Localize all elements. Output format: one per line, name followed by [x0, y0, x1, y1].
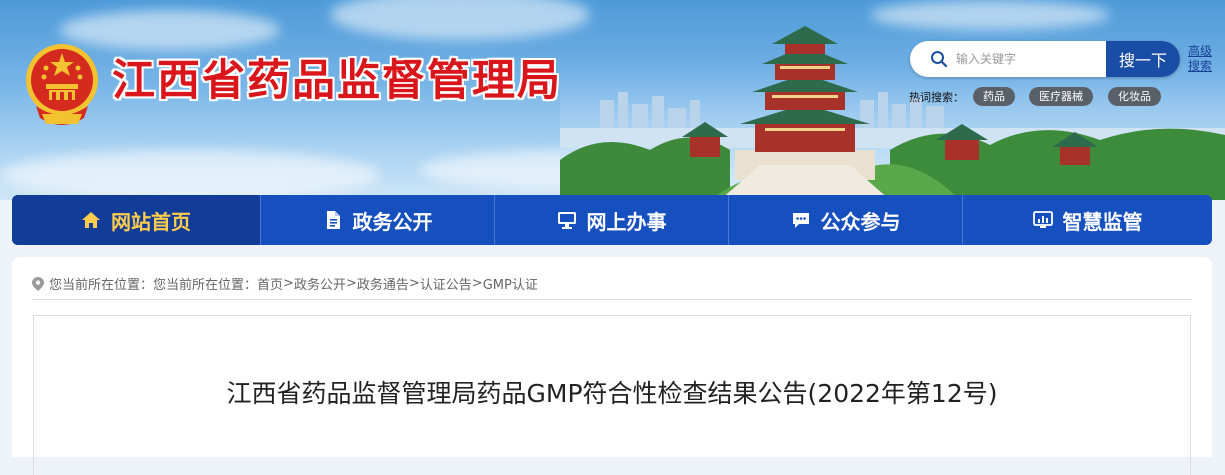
- nav-label: 网上办事: [586, 209, 667, 234]
- hot-tag-drugs[interactable]: 药品: [973, 87, 1015, 106]
- hot-search-label: 热词搜索：: [909, 91, 964, 104]
- chat-icon: [792, 213, 809, 228]
- nav-item-public-participation[interactable]: 公众参与: [729, 195, 963, 245]
- search-button[interactable]: 搜一下: [1106, 41, 1180, 77]
- dashboard-icon: [1032, 211, 1053, 228]
- breadcrumb-government-affairs[interactable]: 政务公开: [294, 274, 346, 293]
- main-nav: 网站首页 政务公开 网上办事 公众参与 智慧监管: [12, 195, 1212, 245]
- breadcrumb-government-notices[interactable]: 政务通告: [357, 274, 409, 293]
- nav-label: 公众参与: [820, 209, 901, 234]
- nav-label: 智慧监管: [1062, 209, 1143, 234]
- cloud: [0, 150, 380, 200]
- national-emblem-logo: [26, 44, 98, 125]
- advanced-search-link[interactable]: 高级搜索: [1188, 44, 1214, 74]
- article-container: 江西省药品监督管理局药品GMP符合性检查结果公告(2022年第12号): [33, 315, 1191, 475]
- nav-item-home[interactable]: 网站首页: [12, 195, 261, 245]
- search-input[interactable]: [956, 49, 1106, 69]
- article-title: 江西省药品监督管理局药品GMP符合性检查结果公告(2022年第12号): [226, 379, 998, 408]
- content-panel: 您当前所在位置：您当前所在位置： 首页 > 政务公开 > 政务通告 > 认证公告…: [12, 257, 1212, 475]
- cloud: [330, 0, 590, 40]
- hot-tag-cosmetics[interactable]: 化妆品: [1108, 87, 1161, 106]
- breadcrumb-separator: >: [408, 276, 420, 291]
- nav-label: 网站首页: [111, 209, 191, 234]
- breadcrumb-separator: >: [283, 276, 294, 291]
- search-icon: [931, 51, 948, 68]
- home-icon: [82, 212, 100, 228]
- header-banner: 江西省药品监督管理局 搜一下 高级搜索 热词搜索： 药品 医疗器械 化妆品: [0, 0, 1225, 200]
- breadcrumb-certification-notices[interactable]: 认证公告: [420, 274, 472, 293]
- document-icon: [326, 211, 340, 229]
- breadcrumb-home[interactable]: 首页: [257, 274, 283, 293]
- breadcrumb-prefix: 您当前所在位置：您当前所在位置：: [49, 278, 258, 293]
- hot-tag-medical-devices[interactable]: 医疗器械: [1029, 87, 1093, 106]
- monitor-icon: [557, 212, 576, 229]
- breadcrumb-gmp-certification[interactable]: GMP认证: [483, 274, 538, 293]
- breadcrumb-divider: [32, 299, 1192, 300]
- nav-item-online-services[interactable]: 网上办事: [495, 195, 729, 245]
- site-title: 江西省药品监督管理局: [112, 56, 562, 106]
- breadcrumb: 您当前所在位置：您当前所在位置： 首页 > 政务公开 > 政务通告 > 认证公告…: [32, 274, 538, 293]
- location-pin-icon: [32, 276, 44, 291]
- breadcrumb-separator: >: [345, 276, 357, 291]
- nav-item-government-affairs[interactable]: 政务公开: [261, 195, 495, 245]
- nav-label: 政务公开: [352, 209, 433, 234]
- breadcrumb-separator: >: [471, 276, 483, 291]
- search-box: 搜一下: [910, 41, 1180, 77]
- nav-item-smart-supervision[interactable]: 智慧监管: [963, 195, 1212, 245]
